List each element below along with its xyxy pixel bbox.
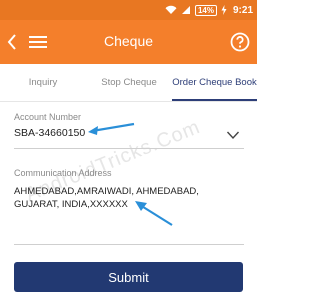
communication-address-field[interactable]: AHMEDABAD,AMRAIWADI, AHMEDABAD, GUJARAT,… (14, 185, 242, 211)
tab-order-cheque-book[interactable]: Order Cheque Book (172, 64, 257, 101)
account-number-underline (14, 148, 244, 149)
tab-inquiry[interactable]: Inquiry (0, 64, 86, 101)
help-button[interactable] (229, 31, 251, 53)
tab-bar: Inquiry Stop Cheque Order Cheque Book (0, 64, 257, 102)
status-icons: 14% 9:21 (165, 0, 253, 20)
submit-button[interactable]: Submit (14, 262, 243, 292)
tab-stop-cheque[interactable]: Stop Cheque (86, 64, 172, 101)
account-number-select[interactable]: SBA-34660150 (14, 127, 85, 139)
status-bar: 14% 9:21 (0, 0, 257, 20)
page-title: Cheque (103, 33, 154, 49)
battery-charging-icon (221, 5, 227, 15)
communication-address-label: Communication Address (14, 168, 112, 178)
help-circle-icon (230, 32, 250, 52)
chevron-down-icon[interactable] (226, 130, 240, 140)
communication-address-underline (14, 244, 244, 245)
signal-icon (181, 6, 190, 14)
annotation-arrow-icon (135, 201, 173, 226)
status-time: 9:21 (232, 4, 253, 16)
account-number-label: Account Number (14, 112, 82, 122)
battery-percentage: 14% (194, 4, 217, 16)
active-tab-indicator (172, 99, 257, 101)
app-bar: Cheque (0, 20, 257, 64)
wifi-icon (165, 5, 177, 14)
annotation-arrow-icon (88, 122, 135, 135)
